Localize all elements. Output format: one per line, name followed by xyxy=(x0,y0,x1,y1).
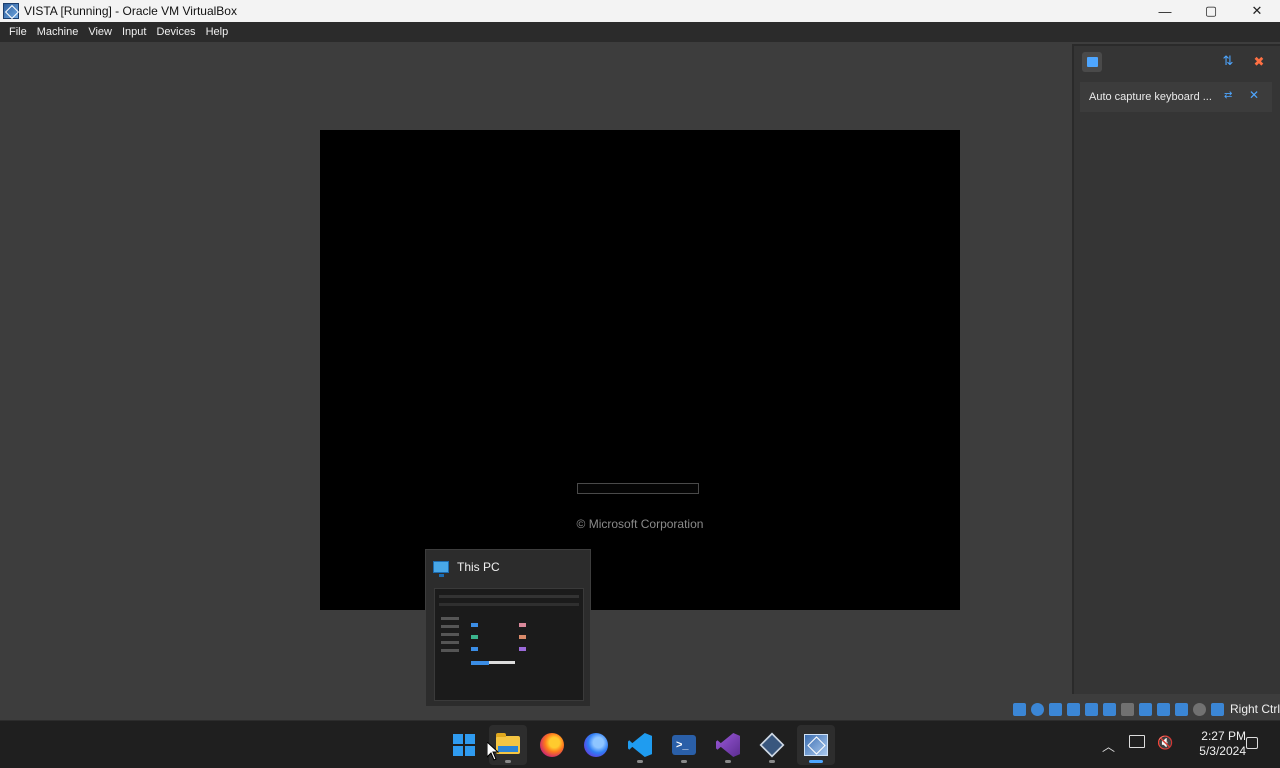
volume-muted-icon[interactable]: 🔇 xyxy=(1157,735,1173,751)
vm-status-bar: Right Ctrl xyxy=(1012,700,1280,718)
notification-close-icon[interactable]: ✕ xyxy=(1249,88,1259,102)
system-clock[interactable]: 2:27 PM 5/3/2024 xyxy=(1180,729,1246,759)
taskbar-vscode[interactable] xyxy=(621,725,659,765)
menu-machine[interactable]: Machine xyxy=(32,26,84,38)
network-status-icon[interactable] xyxy=(1129,735,1145,748)
start-button[interactable] xyxy=(445,725,483,765)
window-controls: — ▢ ✕ xyxy=(1142,0,1280,22)
virtualbox-vm-icon xyxy=(3,3,19,19)
menu-help[interactable]: Help xyxy=(201,26,234,38)
vm-display[interactable]: © Microsoft Corporation xyxy=(320,130,960,610)
firefox-developer-icon xyxy=(584,733,608,757)
notification-item[interactable]: Auto capture keyboard ... ⇄ ✕ xyxy=(1080,82,1272,112)
boot-progress-bar xyxy=(577,483,699,494)
taskbar-visual-studio[interactable] xyxy=(709,725,747,765)
window-title: VISTA [Running] - Oracle VM VirtualBox xyxy=(24,4,237,18)
notifications-icon[interactable] xyxy=(1246,737,1258,749)
thumb-folder-icon xyxy=(519,647,526,651)
show-hidden-icons-chevron-icon[interactable]: ︿ xyxy=(1102,736,1115,755)
thumb-toolbar xyxy=(439,603,579,606)
menu-bar: File Machine View Input Devices Help xyxy=(0,22,1280,42)
thumb-nav-item xyxy=(441,641,459,644)
notification-text: Auto capture keyboard ... xyxy=(1089,91,1212,103)
this-pc-icon xyxy=(433,561,449,577)
running-indicator xyxy=(637,760,643,763)
usb-icon[interactable] xyxy=(1084,702,1098,716)
shared-clipboard-icon[interactable] xyxy=(1120,702,1134,716)
running-indicator xyxy=(725,760,731,763)
notification-toggle-icon[interactable]: ⇄ xyxy=(1224,90,1232,101)
sort-order-button[interactable]: ⇅ xyxy=(1220,53,1236,69)
thumb-folder-icon xyxy=(471,623,478,627)
host-key-label: Right Ctrl xyxy=(1229,702,1280,716)
network-icon[interactable] xyxy=(1066,702,1080,716)
running-indicator xyxy=(681,760,687,763)
file-explorer-icon xyxy=(496,733,520,754)
notification-center-tab[interactable] xyxy=(1082,52,1102,72)
menu-devices[interactable]: Devices xyxy=(151,26,200,38)
thumb-folder-icon xyxy=(471,647,478,651)
taskbar-vista-vm[interactable] xyxy=(797,725,835,765)
taskbar-firefox-developer[interactable] xyxy=(577,725,615,765)
vscode-icon xyxy=(628,733,652,757)
menu-file[interactable]: File xyxy=(4,26,32,38)
mouse-integration-icon[interactable] xyxy=(1192,702,1206,716)
taskbar-virtualbox[interactable] xyxy=(753,725,791,765)
recording-icon[interactable] xyxy=(1156,702,1170,716)
thumb-nav-item xyxy=(441,649,459,652)
thumb-folder-icon xyxy=(519,623,526,627)
taskbar-powershell[interactable]: >_ xyxy=(665,725,703,765)
thumb-folder-icon xyxy=(519,635,526,639)
thumb-drive-usage xyxy=(471,661,489,665)
thumb-nav-item xyxy=(441,625,459,628)
minimize-button[interactable]: — xyxy=(1142,0,1188,22)
shared-folders-icon[interactable] xyxy=(1102,702,1116,716)
optical-drive-icon[interactable] xyxy=(1030,702,1044,716)
windows-taskbar: >_ ︿ 🔇 2:27 PM 5/3/2024 xyxy=(0,720,1280,768)
menu-view[interactable]: View xyxy=(83,26,117,38)
virtualization-icon[interactable] xyxy=(1174,702,1188,716)
taskbar-firefox[interactable] xyxy=(533,725,571,765)
thumb-folder-icon xyxy=(471,635,478,639)
maximize-button[interactable]: ▢ xyxy=(1188,0,1234,22)
thumb-nav-item xyxy=(441,617,459,620)
preview-header: This PC xyxy=(433,560,500,577)
running-indicator xyxy=(505,760,511,763)
menu-input[interactable]: Input xyxy=(117,26,151,38)
active-indicator xyxy=(809,760,823,763)
keyboard-capture-icon[interactable] xyxy=(1210,702,1224,716)
notification-center-panel: ⇅ ✖ Auto capture keyboard ... ⇄ ✕ xyxy=(1072,44,1280,694)
preview-thumbnail[interactable] xyxy=(434,588,584,701)
display-icon[interactable] xyxy=(1138,702,1152,716)
window-titlebar[interactable]: VISTA [Running] - Oracle VM VirtualBox —… xyxy=(0,0,1280,22)
message-icon xyxy=(1086,57,1098,67)
virtualbox-icon xyxy=(759,732,785,758)
hard-disk-icon[interactable] xyxy=(1012,702,1026,716)
clock-time: 2:27 PM xyxy=(1201,729,1246,743)
preview-title: This PC xyxy=(457,560,500,574)
running-indicator xyxy=(769,760,775,763)
thumb-titlebar xyxy=(439,595,579,598)
close-button[interactable]: ✕ xyxy=(1234,0,1280,22)
firefox-icon xyxy=(540,733,564,757)
windows-logo-icon xyxy=(453,734,475,756)
visual-studio-icon xyxy=(716,733,740,757)
powershell-icon: >_ xyxy=(672,735,696,755)
thumb-nav-item xyxy=(441,633,459,636)
taskbar-thumbnail-preview[interactable]: This PC xyxy=(425,549,591,707)
clock-date: 5/3/2024 xyxy=(1199,744,1246,758)
vista-vm-icon xyxy=(804,734,828,756)
close-all-notifications-button[interactable]: ✖ xyxy=(1250,53,1268,71)
audio-icon[interactable] xyxy=(1048,702,1062,716)
boot-copyright-text: © Microsoft Corporation xyxy=(576,517,704,531)
mouse-cursor-icon xyxy=(487,742,499,761)
